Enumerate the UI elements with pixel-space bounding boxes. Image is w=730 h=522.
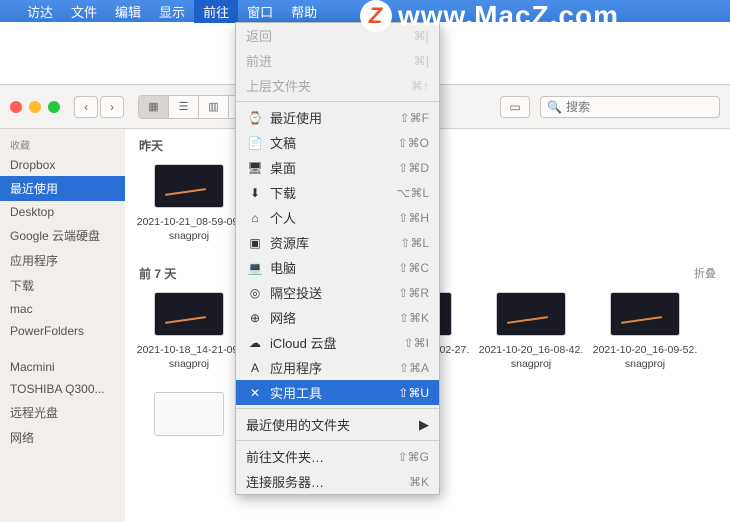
- sidebar-favorites-header: 收藏: [0, 135, 125, 154]
- desktop-icon: 🖥: [246, 161, 264, 175]
- sidebar-item-dropbox[interactable]: Dropbox: [0, 154, 125, 176]
- file-thumbnail: [154, 392, 224, 436]
- document-icon: 📄: [246, 136, 264, 150]
- menu-applications[interactable]: A应用程序⇧⌘A: [236, 355, 439, 380]
- download-icon: ⬇: [246, 186, 264, 200]
- window-controls: [10, 101, 60, 113]
- sidebar-item-powerfolders[interactable]: PowerFolders: [0, 320, 125, 342]
- menu-separator: [236, 101, 439, 102]
- file-item[interactable]: 2021-10-20_16-09-52.snagproj: [591, 292, 699, 371]
- menu-go[interactable]: 前往: [194, 0, 238, 23]
- menu-connect-server[interactable]: 连接服务器…⌘K: [236, 469, 439, 494]
- minimize-button[interactable]: [29, 101, 41, 113]
- menu-window[interactable]: 窗口: [238, 0, 282, 23]
- computer-icon: 💻: [246, 261, 264, 275]
- file-name: 2021-10-18_14-21-09.snagproj: [135, 344, 243, 371]
- file-thumbnail: [496, 292, 566, 336]
- cloud-icon: ☁: [246, 336, 264, 350]
- menu-file[interactable]: 文件: [62, 0, 106, 23]
- file-name: 2021-10-21_08-59-09.snagproj: [135, 216, 243, 243]
- sidebar-item-desktop[interactable]: Desktop: [0, 201, 125, 223]
- menu-airdrop[interactable]: ◎隔空投送⇧⌘R: [236, 280, 439, 305]
- menu-back: 返回⌘[: [236, 23, 439, 48]
- clock-icon: ⌚: [246, 111, 264, 125]
- sidebar-item-downloads[interactable]: 下载: [0, 273, 125, 298]
- view-icon-button[interactable]: ▦: [139, 96, 169, 118]
- search-input[interactable]: [566, 100, 721, 114]
- collapse-toggle[interactable]: 折叠: [694, 265, 716, 282]
- path-button[interactable]: ▭: [500, 96, 530, 118]
- sidebar-item-network[interactable]: 网络: [0, 425, 125, 450]
- menu-forward: 前进⌘]: [236, 48, 439, 73]
- menu-separator: [236, 440, 439, 441]
- nav-back-button[interactable]: ‹: [74, 96, 98, 118]
- menu-recents[interactable]: ⌚最近使用⇧⌘F: [236, 105, 439, 130]
- section-title: 前 7 天: [139, 265, 176, 282]
- network-icon: ⊕: [246, 311, 264, 325]
- menu-library[interactable]: ▣资源库⇧⌘L: [236, 230, 439, 255]
- menubar: 访达 文件 编辑 显示 前往 窗口 帮助: [0, 0, 730, 22]
- menu-utilities[interactable]: ✕实用工具⇧⌘U: [236, 380, 439, 405]
- sidebar-item-recents[interactable]: 最近使用: [0, 176, 125, 201]
- airdrop-icon: ◎: [246, 286, 264, 300]
- file-name: 2021-10-20_16-08-42.snagproj: [477, 344, 585, 371]
- app-menu[interactable]: 访达: [18, 0, 62, 23]
- file-item[interactable]: [135, 392, 243, 436]
- sidebar-item-remote-disc[interactable]: 远程光盘: [0, 400, 125, 425]
- file-item[interactable]: 2021-10-20_16-08-42.snagproj: [477, 292, 585, 371]
- submenu-arrow-icon: ▶: [419, 417, 429, 433]
- sidebar-item-google-drive[interactable]: Google 云端硬盘: [0, 223, 125, 248]
- file-item[interactable]: 2021-10-21_08-59-09.snagproj: [135, 164, 243, 243]
- search-icon: 🔍: [547, 100, 562, 114]
- file-name: 2021-10-20_16-09-52.snagproj: [591, 344, 699, 371]
- menu-home[interactable]: ⌂个人⇧⌘H: [236, 205, 439, 230]
- menu-icloud[interactable]: ☁iCloud 云盘⇧⌘I: [236, 330, 439, 355]
- nav-forward-button[interactable]: ›: [100, 96, 124, 118]
- sidebar: 收藏 Dropbox 最近使用 Desktop Google 云端硬盘 应用程序…: [0, 129, 125, 522]
- utilities-icon: ✕: [246, 386, 264, 400]
- applications-icon: A: [246, 361, 264, 375]
- go-menu-dropdown: 返回⌘[ 前进⌘] 上层文件夹⌘↑ ⌚最近使用⇧⌘F 📄文稿⇧⌘O 🖥桌面⇧⌘D…: [235, 22, 440, 495]
- menu-edit[interactable]: 编辑: [106, 0, 150, 23]
- sidebar-item-applications[interactable]: 应用程序: [0, 248, 125, 273]
- menu-desktop[interactable]: 🖥桌面⇧⌘D: [236, 155, 439, 180]
- sidebar-item-mac[interactable]: mac: [0, 298, 125, 320]
- sidebar-item-macmini[interactable]: Macmini: [0, 356, 125, 378]
- menu-documents[interactable]: 📄文稿⇧⌘O: [236, 130, 439, 155]
- search-field[interactable]: 🔍: [540, 96, 720, 118]
- menu-network[interactable]: ⊕网络⇧⌘K: [236, 305, 439, 330]
- menu-view[interactable]: 显示: [150, 0, 194, 23]
- menu-help[interactable]: 帮助: [282, 0, 326, 23]
- file-thumbnail: [610, 292, 680, 336]
- file-item[interactable]: 2021-10-18_14-21-09.snagproj: [135, 292, 243, 371]
- zoom-button[interactable]: [48, 101, 60, 113]
- file-thumbnail: [154, 292, 224, 336]
- menu-downloads[interactable]: ⬇下载⌥⌘L: [236, 180, 439, 205]
- view-list-button[interactable]: ☰: [169, 96, 199, 118]
- close-button[interactable]: [10, 101, 22, 113]
- menu-go-to-folder[interactable]: 前往文件夹…⇧⌘G: [236, 444, 439, 469]
- menu-computer[interactable]: 💻电脑⇧⌘C: [236, 255, 439, 280]
- menu-recent-folders[interactable]: 最近使用的文件夹▶: [236, 412, 439, 437]
- menu-separator: [236, 408, 439, 409]
- file-thumbnail: [154, 164, 224, 208]
- home-icon: ⌂: [246, 211, 264, 225]
- menu-enclosing-folder: 上层文件夹⌘↑: [236, 73, 439, 98]
- view-column-button[interactable]: ▥: [199, 96, 229, 118]
- sidebar-item-toshiba[interactable]: TOSHIBA Q300...: [0, 378, 125, 400]
- library-icon: ▣: [246, 236, 264, 250]
- section-title: 昨天: [139, 137, 163, 154]
